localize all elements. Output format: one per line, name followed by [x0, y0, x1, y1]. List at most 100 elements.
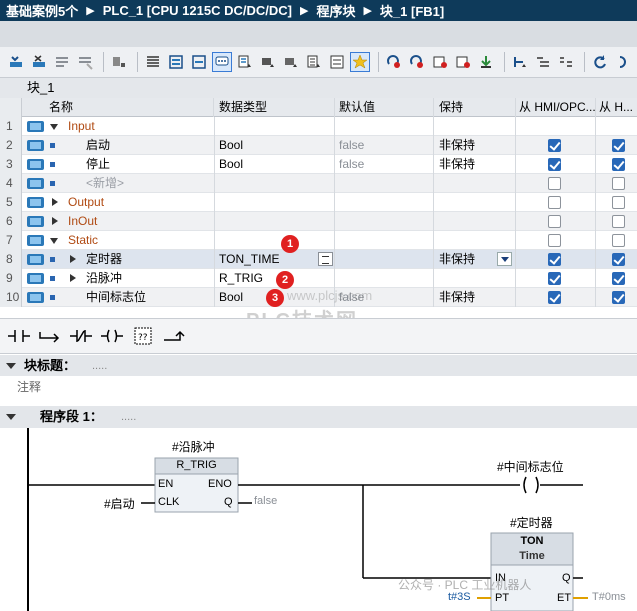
refresh-icon[interactable] [590, 52, 610, 72]
data-type[interactable]: TON_TIME [215, 250, 335, 269]
variable-name[interactable]: 停止 [86, 155, 214, 174]
data-type[interactable]: Bool [215, 136, 335, 155]
block-title-section[interactable]: 块标题： ..... [0, 355, 637, 377]
variable-name[interactable]: Input [68, 117, 214, 136]
table-row[interactable]: 5 Output [0, 193, 637, 212]
row-number[interactable]: 1 [0, 117, 22, 136]
variable-name[interactable]: Static [68, 231, 214, 250]
collapse-icon[interactable] [6, 414, 16, 420]
clk-operand[interactable]: #启动 [104, 495, 135, 512]
hmi-access-checkbox[interactable] [548, 253, 561, 266]
load-snapshot-icon[interactable] [453, 52, 473, 72]
hmi-access-checkbox[interactable] [548, 196, 561, 209]
r-trig-instance-label[interactable]: #沿脉冲 [172, 438, 215, 455]
hmi-access-checkbox[interactable] [548, 215, 561, 228]
h-access-checkbox[interactable] [612, 253, 625, 266]
table-row[interactable]: 8 定时器 TON_TIME 非保持 [0, 250, 637, 269]
default-value[interactable] [335, 212, 434, 231]
tag-info-icon[interactable] [281, 52, 301, 72]
hmi-access-checkbox[interactable] [548, 139, 561, 152]
table-row[interactable]: 4 <新增> [0, 174, 637, 193]
comments-toggle-icon[interactable] [212, 52, 232, 72]
expand-icon[interactable] [50, 124, 58, 130]
retain-dropdown-icon[interactable] [497, 252, 512, 266]
default-value[interactable]: false [335, 155, 434, 174]
start-values-icon[interactable] [510, 52, 530, 72]
row-number[interactable]: 6 [0, 212, 22, 231]
data-type[interactable] [215, 117, 335, 136]
row-number[interactable]: 2 [0, 136, 22, 155]
go-online-icon[interactable] [384, 52, 404, 72]
empty-box-icon[interactable]: ?? [128, 321, 157, 351]
row-number[interactable]: 10 [0, 288, 22, 307]
collapse-icon[interactable] [6, 363, 16, 369]
favorites-icon[interactable] [258, 52, 278, 72]
column-header-h2[interactable]: 从 H... [596, 98, 637, 117]
hmi-access-checkbox[interactable] [548, 177, 561, 190]
hmi-access-checkbox[interactable] [548, 234, 561, 247]
data-type[interactable] [215, 193, 335, 212]
h-access-checkbox[interactable] [612, 177, 625, 190]
coil-symbol[interactable] [523, 476, 539, 494]
retain-value[interactable] [434, 117, 516, 136]
column-header-type[interactable]: 数据类型 [215, 98, 335, 117]
highlight-icon[interactable] [350, 52, 370, 72]
h-access-checkbox[interactable] [612, 215, 625, 228]
variable-name[interactable]: <新增> [86, 174, 214, 193]
expand-icon[interactable] [70, 255, 76, 263]
h-access-checkbox[interactable] [612, 291, 625, 304]
row-number[interactable]: 5 [0, 193, 22, 212]
breakpoint-icon[interactable] [304, 52, 324, 72]
retain-value[interactable]: 非保持 [434, 136, 516, 155]
hmi-access-checkbox[interactable] [548, 291, 561, 304]
update-calls-icon[interactable] [613, 52, 633, 72]
variable-name[interactable]: 沿脉冲 [86, 269, 214, 288]
close-networks-icon[interactable] [189, 52, 209, 72]
data-type[interactable]: Bool [215, 155, 335, 174]
column-header-retain[interactable]: 保持 [434, 98, 516, 117]
h-access-checkbox[interactable] [612, 139, 625, 152]
variable-name[interactable]: 中间标志位 [86, 288, 214, 307]
default-value[interactable] [335, 174, 434, 193]
remove-row-icon[interactable] [75, 52, 95, 72]
table-row[interactable]: 1 Input [0, 117, 637, 136]
retain-value[interactable] [434, 212, 516, 231]
network-list-icon[interactable] [143, 52, 163, 72]
breadcrumb-project[interactable]: 基础案例5个 [6, 1, 78, 20]
retain-value[interactable] [434, 231, 516, 250]
default-value[interactable] [335, 231, 434, 250]
default-value[interactable]: false [335, 136, 434, 155]
list-view-icon[interactable] [327, 52, 347, 72]
table-row[interactable]: 6 InOut [0, 212, 637, 231]
data-type[interactable] [215, 174, 335, 193]
collapse-icon[interactable] [52, 217, 58, 225]
snapshot-icon[interactable] [430, 52, 450, 72]
table-row[interactable]: 9 沿脉冲 R_TRIG [0, 269, 637, 288]
download-icon[interactable] [476, 52, 496, 72]
row-number[interactable]: 8 [0, 250, 22, 269]
coil-icon[interactable] [97, 321, 126, 351]
coil-operand[interactable]: #中间标志位 [497, 458, 564, 475]
block-title-value[interactable]: ..... [92, 355, 107, 377]
close-branch-icon[interactable] [159, 321, 188, 351]
default-value[interactable] [335, 193, 434, 212]
absolute-operands-icon[interactable] [235, 52, 255, 72]
row-number[interactable]: 3 [0, 155, 22, 174]
et-operand[interactable]: T#0ms [592, 591, 626, 603]
data-type[interactable] [215, 231, 335, 250]
default-value[interactable] [335, 269, 434, 288]
delete-row-icon[interactable] [29, 52, 49, 72]
variable-name[interactable]: 定时器 [86, 250, 214, 269]
table-row[interactable]: 7 Static [0, 231, 637, 250]
h-access-checkbox[interactable] [612, 196, 625, 209]
retain-value[interactable]: 非保持 [434, 155, 516, 174]
variable-name[interactable]: Output [68, 193, 214, 212]
network-title-value[interactable]: ..... [121, 406, 136, 428]
open-networks-icon[interactable] [166, 52, 186, 72]
collapse-icon[interactable] [52, 198, 58, 206]
retain-value[interactable] [434, 174, 516, 193]
open-branch-icon[interactable] [35, 321, 64, 351]
column-header-hmi[interactable]: 从 HMI/OPC... [516, 98, 596, 117]
h-access-checkbox[interactable] [612, 158, 625, 171]
row-number[interactable]: 9 [0, 269, 22, 288]
